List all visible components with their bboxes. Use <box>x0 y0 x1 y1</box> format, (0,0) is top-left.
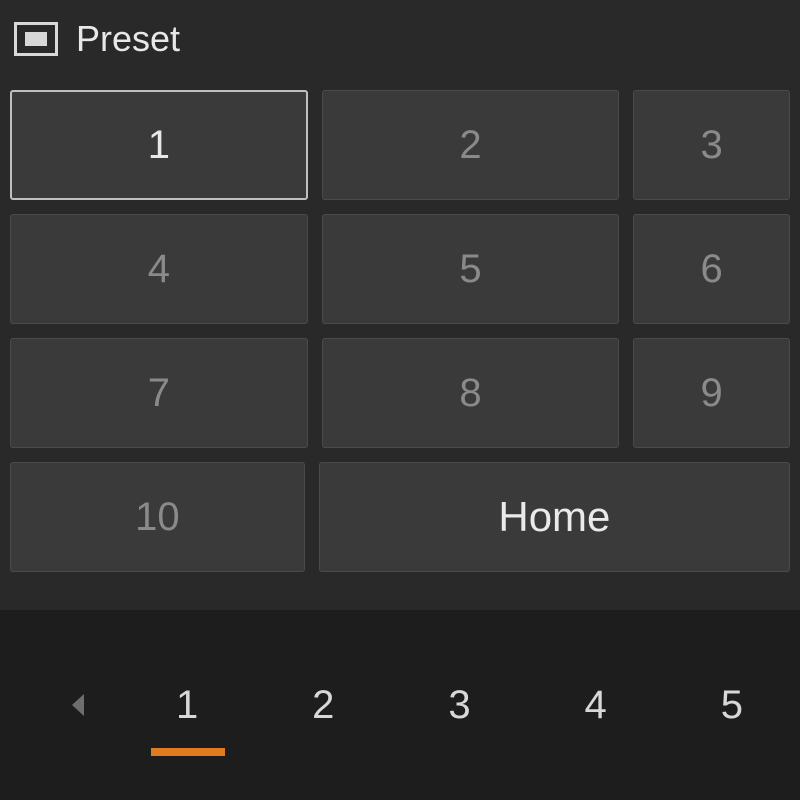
preset-row: 1 2 3 <box>10 90 790 200</box>
preset-row: 10 Home <box>10 462 790 572</box>
preset-button-home[interactable]: Home <box>319 462 790 572</box>
preset-icon <box>14 22 58 56</box>
preset-grid: 1 2 3 4 5 6 7 8 9 10 Home <box>0 90 800 572</box>
preset-button-6[interactable]: 6 <box>633 214 790 324</box>
triangle-left-icon <box>70 692 88 718</box>
preset-button-9[interactable]: 9 <box>633 338 790 448</box>
preset-button-3[interactable]: 3 <box>633 90 790 200</box>
pager: 1 2 3 4 5 <box>0 660 800 750</box>
panel-header: Preset <box>0 10 800 90</box>
pager-bar: 1 2 3 4 5 <box>0 610 800 800</box>
pager-page-1[interactable]: 1 <box>119 660 255 750</box>
pager-page-4[interactable]: 4 <box>528 660 664 750</box>
preset-button-8[interactable]: 8 <box>322 338 620 448</box>
preset-button-10[interactable]: 10 <box>10 462 305 572</box>
preset-button-2[interactable]: 2 <box>322 90 620 200</box>
preset-button-5[interactable]: 5 <box>322 214 620 324</box>
pager-page-2[interactable]: 2 <box>255 660 391 750</box>
preset-button-7[interactable]: 7 <box>10 338 308 448</box>
preset-button-4[interactable]: 4 <box>10 214 308 324</box>
pager-page-5[interactable]: 5 <box>664 660 800 750</box>
panel-title: Preset <box>76 18 180 60</box>
preset-row: 7 8 9 <box>10 338 790 448</box>
preset-row: 4 5 6 <box>10 214 790 324</box>
pager-page-3[interactable]: 3 <box>391 660 527 750</box>
pager-prev-button[interactable] <box>40 665 119 745</box>
preset-panel: Preset 1 2 3 4 5 6 7 8 9 10 Home <box>0 0 800 800</box>
preset-button-1[interactable]: 1 <box>10 90 308 200</box>
